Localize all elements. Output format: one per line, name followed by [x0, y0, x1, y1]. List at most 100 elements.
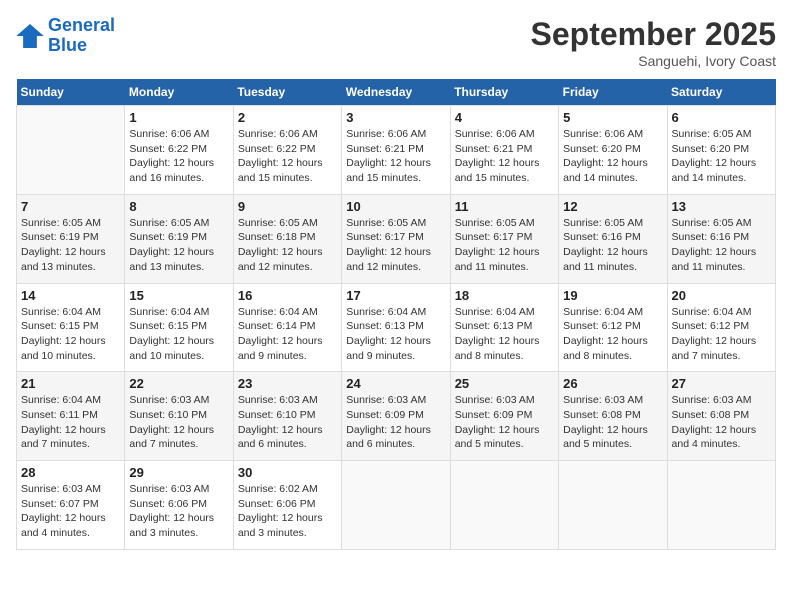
day-number: 28 [21, 465, 120, 480]
calendar-cell: 17 Sunrise: 6:04 AMSunset: 6:13 PMDayligh… [342, 283, 450, 372]
day-info: Sunrise: 6:05 AMSunset: 6:20 PMDaylight:… [672, 127, 771, 186]
day-info: Sunrise: 6:03 AMSunset: 6:08 PMDaylight:… [563, 393, 662, 452]
calendar-cell: 6 Sunrise: 6:05 AMSunset: 6:20 PMDaylight… [667, 106, 775, 195]
day-info: Sunrise: 6:03 AMSunset: 6:08 PMDaylight:… [672, 393, 771, 452]
day-info: Sunrise: 6:06 AMSunset: 6:22 PMDaylight:… [238, 127, 337, 186]
day-info: Sunrise: 6:03 AMSunset: 6:07 PMDaylight:… [21, 482, 120, 541]
calendar-cell [450, 461, 558, 550]
day-info: Sunrise: 6:06 AMSunset: 6:21 PMDaylight:… [346, 127, 445, 186]
calendar-week-row: 21Sunrise: 6:04 AMSunset: 6:11 PMDayligh… [17, 372, 776, 461]
day-number: 27 [672, 376, 771, 391]
day-info: Sunrise: 6:03 AMSunset: 6:09 PMDaylight:… [455, 393, 554, 452]
day-number: 13 [672, 199, 771, 214]
weekday-header: Saturday [667, 79, 775, 106]
day-number: 20 [672, 288, 771, 303]
weekday-header-row: SundayMondayTuesdayWednesdayThursdayFrid… [17, 79, 776, 106]
day-number: 4 [455, 110, 554, 125]
day-number: 25 [455, 376, 554, 391]
day-number: 30 [238, 465, 337, 480]
day-number: 14 [21, 288, 120, 303]
day-info: Sunrise: 6:04 AMSunset: 6:15 PMDaylight:… [21, 305, 120, 364]
day-number: 10 [346, 199, 445, 214]
day-number: 18 [455, 288, 554, 303]
weekday-header: Monday [125, 79, 233, 106]
calendar-cell: 14 Sunrise: 6:04 AMSunset: 6:15 PMDayligh… [17, 283, 125, 372]
day-number: 26 [563, 376, 662, 391]
calendar-cell: 7 Sunrise: 6:05 AMSunset: 6:19 PMDaylight… [17, 194, 125, 283]
weekday-header: Sunday [17, 79, 125, 106]
calendar-cell: 15Sunrise: 6:04 AMSunset: 6:15 PMDayligh… [125, 283, 233, 372]
calendar-cell: 3 Sunrise: 6:06 AMSunset: 6:21 PMDaylight… [342, 106, 450, 195]
day-number: 9 [238, 199, 337, 214]
calendar-cell: 8Sunrise: 6:05 AMSunset: 6:19 PMDaylight… [125, 194, 233, 283]
calendar-cell: 11Sunrise: 6:05 AMSunset: 6:17 PMDayligh… [450, 194, 558, 283]
calendar-cell: 2 Sunrise: 6:06 AMSunset: 6:22 PMDaylight… [233, 106, 341, 195]
weekday-header: Wednesday [342, 79, 450, 106]
calendar-cell [342, 461, 450, 550]
day-info: Sunrise: 6:04 AMSunset: 6:13 PMDaylight:… [346, 305, 445, 364]
day-info: Sunrise: 6:04 AMSunset: 6:12 PMDaylight:… [563, 305, 662, 364]
day-number: 7 [21, 199, 120, 214]
day-number: 17 [346, 288, 445, 303]
calendar-cell: 16 Sunrise: 6:04 AMSunset: 6:14 PMDayligh… [233, 283, 341, 372]
logo: GeneralBlue [16, 16, 115, 56]
calendar-week-row: 28 Sunrise: 6:03 AMSunset: 6:07 PMDayligh… [17, 461, 776, 550]
calendar-cell: 18 Sunrise: 6:04 AMSunset: 6:13 PMDayligh… [450, 283, 558, 372]
day-info: Sunrise: 6:05 AMSunset: 6:19 PMDaylight:… [21, 216, 120, 275]
day-info: Sunrise: 6:05 AMSunset: 6:16 PMDaylight:… [672, 216, 771, 275]
calendar-cell [559, 461, 667, 550]
day-number: 3 [346, 110, 445, 125]
calendar-cell: 5 Sunrise: 6:06 AMSunset: 6:20 PMDaylight… [559, 106, 667, 195]
day-info: Sunrise: 6:04 AMSunset: 6:14 PMDaylight:… [238, 305, 337, 364]
day-number: 23 [238, 376, 337, 391]
calendar-cell: 21Sunrise: 6:04 AMSunset: 6:11 PMDayligh… [17, 372, 125, 461]
calendar-cell: 23 Sunrise: 6:03 AMSunset: 6:10 PMDayligh… [233, 372, 341, 461]
calendar-cell: 19 Sunrise: 6:04 AMSunset: 6:12 PMDayligh… [559, 283, 667, 372]
calendar-cell: 28 Sunrise: 6:03 AMSunset: 6:07 PMDayligh… [17, 461, 125, 550]
calendar-cell: 12 Sunrise: 6:05 AMSunset: 6:16 PMDayligh… [559, 194, 667, 283]
calendar-cell: 29 Sunrise: 6:03 AMSunset: 6:06 PMDayligh… [125, 461, 233, 550]
day-info: Sunrise: 6:03 AMSunset: 6:06 PMDaylight:… [129, 482, 228, 541]
day-info: Sunrise: 6:03 AMSunset: 6:10 PMDaylight:… [238, 393, 337, 452]
day-info: Sunrise: 6:06 AMSunset: 6:20 PMDaylight:… [563, 127, 662, 186]
calendar-cell: 27 Sunrise: 6:03 AMSunset: 6:08 PMDayligh… [667, 372, 775, 461]
calendar-cell: 13 Sunrise: 6:05 AMSunset: 6:16 PMDayligh… [667, 194, 775, 283]
day-number: 29 [129, 465, 228, 480]
day-info: Sunrise: 6:03 AMSunset: 6:10 PMDaylight:… [129, 393, 228, 452]
day-info: Sunrise: 6:06 AMSunset: 6:22 PMDaylight:… [129, 127, 228, 186]
day-number: 22 [129, 376, 228, 391]
day-number: 2 [238, 110, 337, 125]
weekday-header: Friday [559, 79, 667, 106]
day-info: Sunrise: 6:05 AMSunset: 6:17 PMDaylight:… [346, 216, 445, 275]
day-number: 8 [129, 199, 228, 214]
calendar-cell: 25 Sunrise: 6:03 AMSunset: 6:09 PMDayligh… [450, 372, 558, 461]
day-number: 5 [563, 110, 662, 125]
calendar-cell: 4 Sunrise: 6:06 AMSunset: 6:21 PMDaylight… [450, 106, 558, 195]
day-info: Sunrise: 6:06 AMSunset: 6:21 PMDaylight:… [455, 127, 554, 186]
calendar-week-row: 1 Sunrise: 6:06 AMSunset: 6:22 PMDaylight… [17, 106, 776, 195]
calendar-cell: 1 Sunrise: 6:06 AMSunset: 6:22 PMDaylight… [125, 106, 233, 195]
day-info: Sunrise: 6:04 AMSunset: 6:13 PMDaylight:… [455, 305, 554, 364]
calendar-cell: 30 Sunrise: 6:02 AMSunset: 6:06 PMDayligh… [233, 461, 341, 550]
location-subtitle: Sanguehi, Ivory Coast [531, 53, 776, 69]
page-header: GeneralBlue September 2025 Sanguehi, Ivo… [16, 16, 776, 69]
month-year-title: September 2025 [531, 16, 776, 53]
day-number: 1 [129, 110, 228, 125]
day-info: Sunrise: 6:04 AMSunset: 6:12 PMDaylight:… [672, 305, 771, 364]
day-number: 6 [672, 110, 771, 125]
day-number: 12 [563, 199, 662, 214]
day-info: Sunrise: 6:05 AMSunset: 6:16 PMDaylight:… [563, 216, 662, 275]
calendar-cell: 20 Sunrise: 6:04 AMSunset: 6:12 PMDayligh… [667, 283, 775, 372]
weekday-header: Thursday [450, 79, 558, 106]
day-info: Sunrise: 6:03 AMSunset: 6:09 PMDaylight:… [346, 393, 445, 452]
calendar-table: SundayMondayTuesdayWednesdayThursdayFrid… [16, 79, 776, 550]
day-info: Sunrise: 6:05 AMSunset: 6:18 PMDaylight:… [238, 216, 337, 275]
logo-icon [16, 24, 44, 48]
day-number: 16 [238, 288, 337, 303]
day-info: Sunrise: 6:04 AMSunset: 6:11 PMDaylight:… [21, 393, 120, 452]
calendar-week-row: 7 Sunrise: 6:05 AMSunset: 6:19 PMDaylight… [17, 194, 776, 283]
day-info: Sunrise: 6:02 AMSunset: 6:06 PMDaylight:… [238, 482, 337, 541]
day-info: Sunrise: 6:05 AMSunset: 6:17 PMDaylight:… [455, 216, 554, 275]
calendar-cell: 10 Sunrise: 6:05 AMSunset: 6:17 PMDayligh… [342, 194, 450, 283]
day-number: 19 [563, 288, 662, 303]
